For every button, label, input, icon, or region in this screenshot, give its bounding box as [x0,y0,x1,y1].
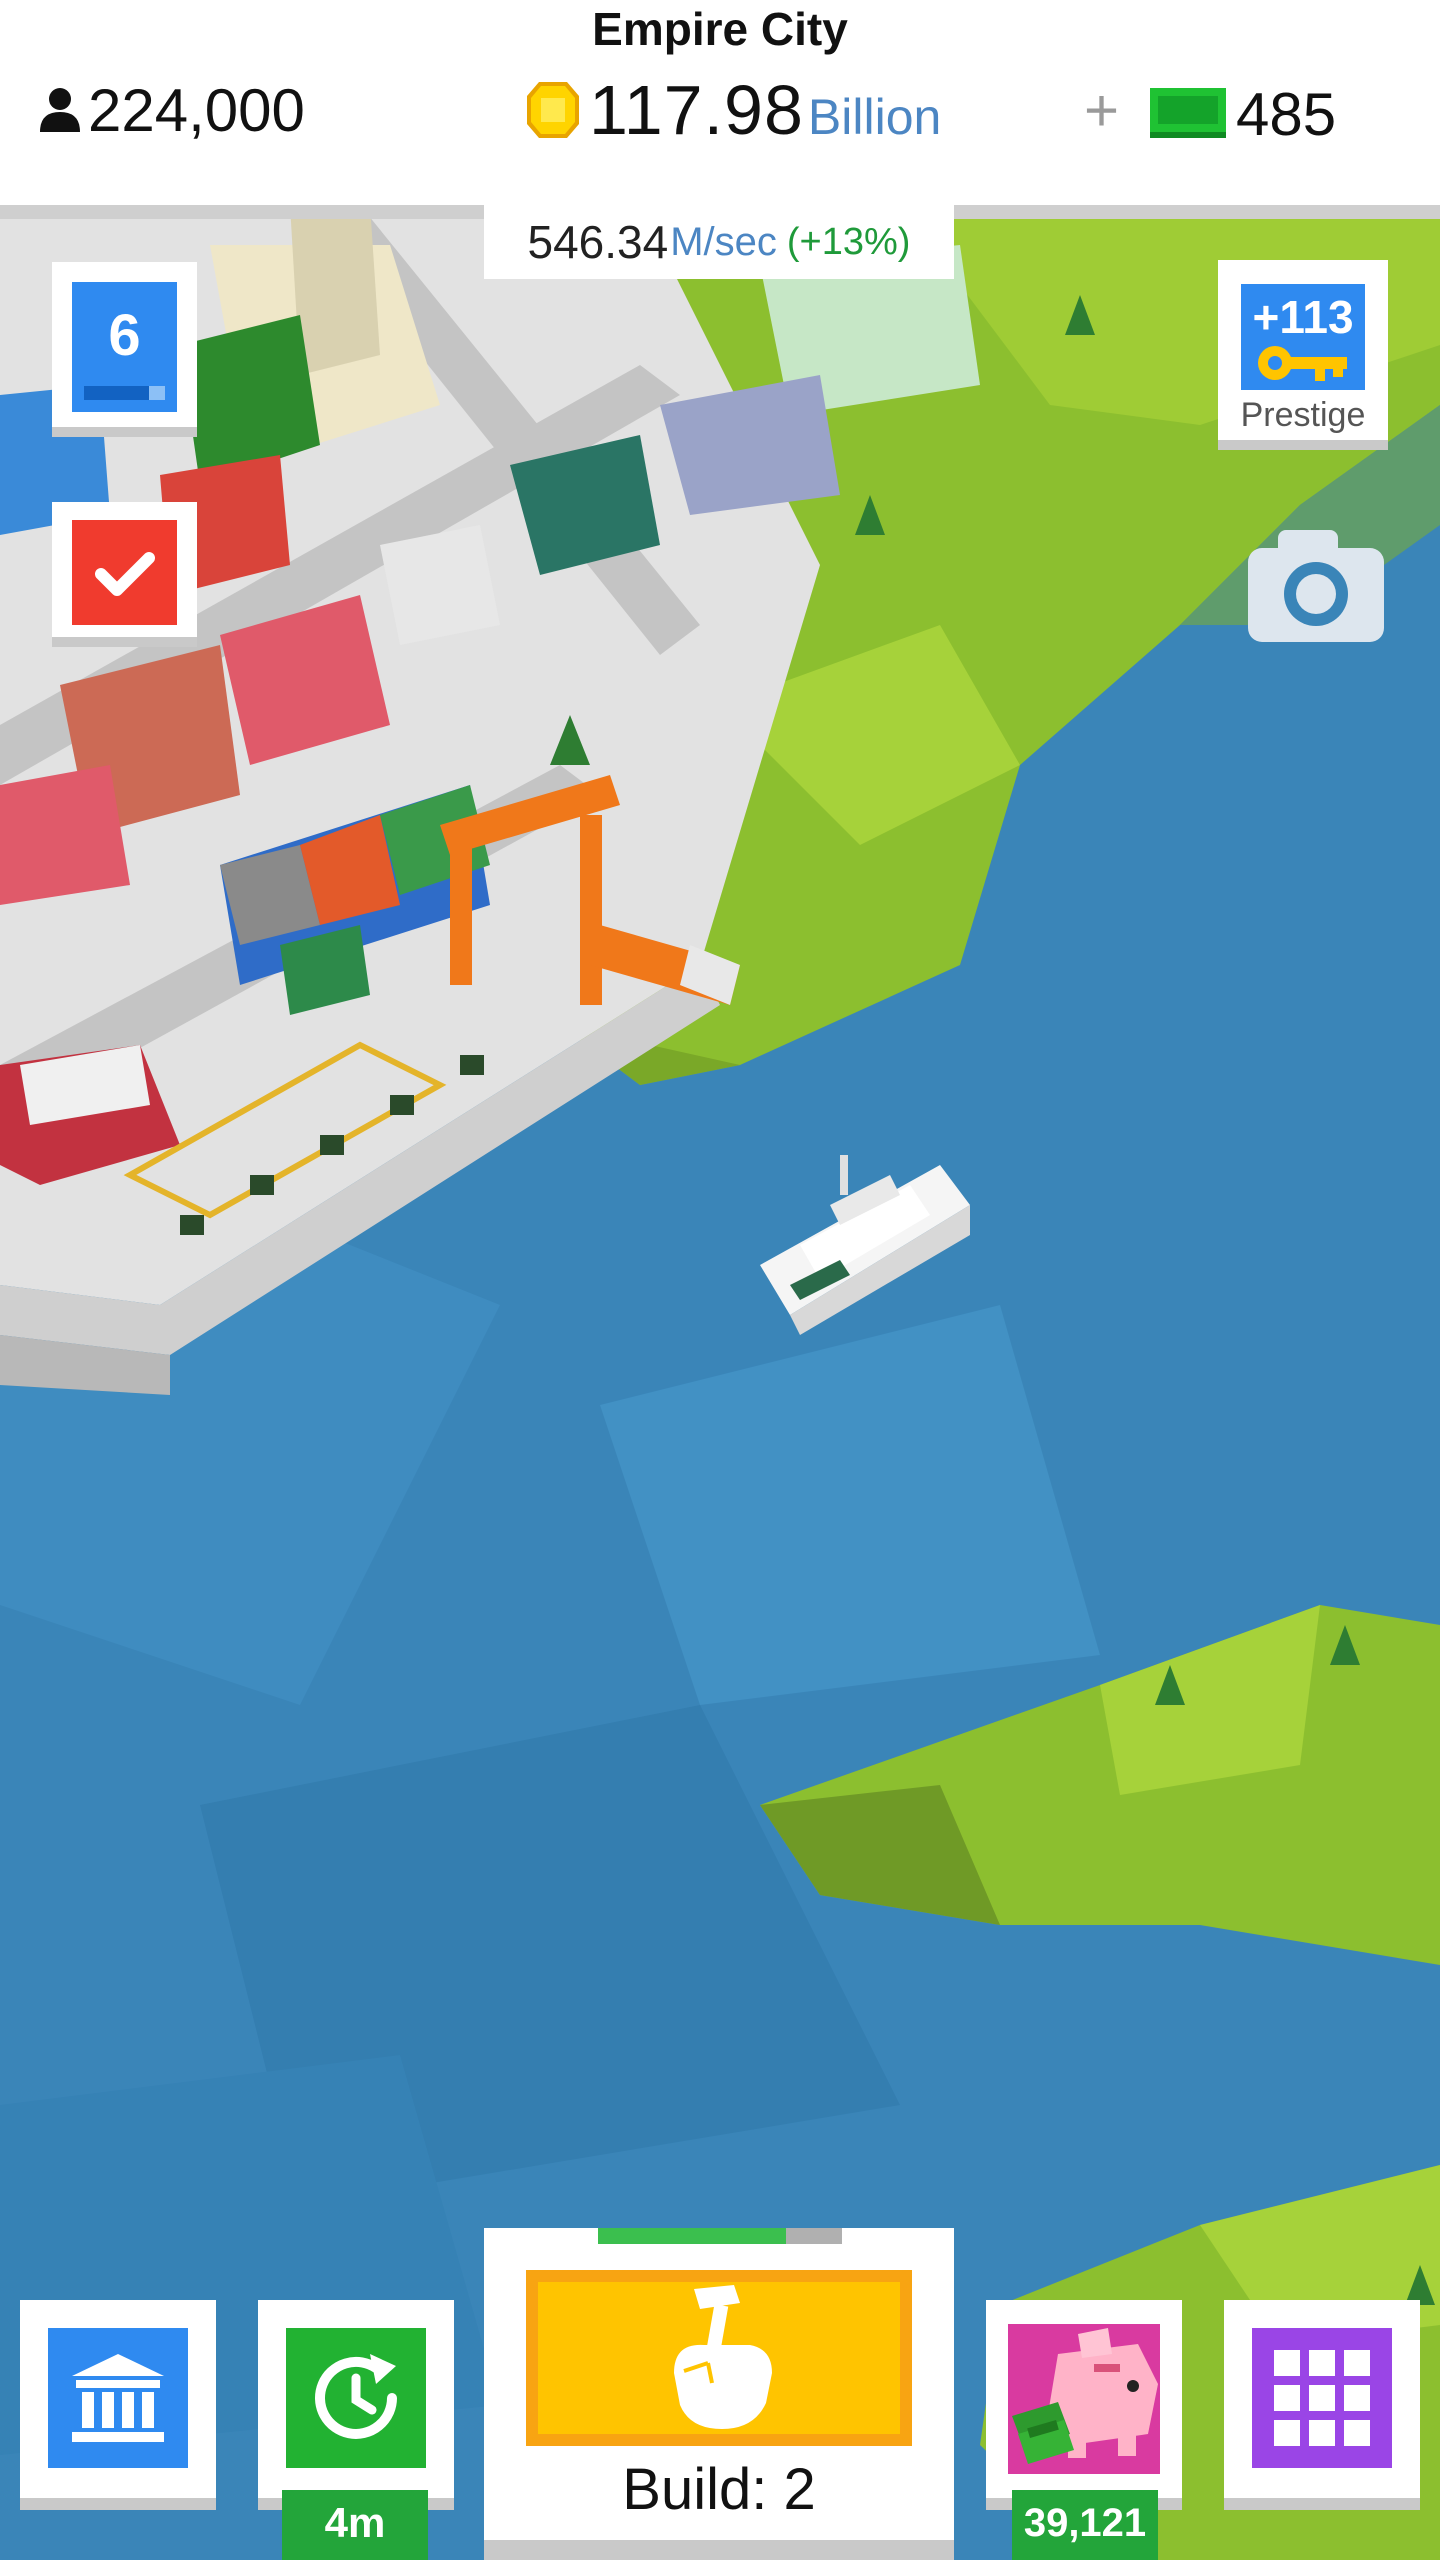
population-value: 224,000 [88,76,305,144]
build-button-shadow [484,2540,954,2560]
cash-value: 485 [1236,80,1337,148]
coins-value: 117.98 [589,71,804,149]
prestige-keys: +113 [1252,291,1354,343]
income-rate-display: 546.34 M/sec (+13%) [484,205,954,279]
piggy-bank-icon [1012,2328,1158,2464]
piggy-bank-value: 39,121 [1012,2490,1158,2560]
build-label: Build: 2 [622,2457,816,2522]
city-map[interactable] [0,205,1440,2560]
level-progress-bar [84,386,165,400]
prestige-button[interactable]: +113 Prestige [1218,260,1388,450]
coins-display: 117.98 Billion [525,70,941,150]
hammer-hand-icon [674,2285,772,2429]
camera-icon [1248,530,1384,642]
city-name: Empire City [592,3,848,55]
build-progress-fill [598,2228,786,2244]
tasks-badge [72,520,177,625]
level-progress-fill [84,386,149,400]
level-number: 6 [108,303,141,368]
cash-display[interactable]: 485 [1148,74,1336,154]
prestige-label: Prestige [1240,396,1366,434]
buy-cash-plus[interactable]: + [1084,76,1119,145]
bank-button[interactable] [20,2300,216,2510]
menu-grid-button[interactable] [1224,2300,1420,2510]
build-progress-bar [598,2228,842,2244]
income-value: 546.34 [527,216,669,268]
top-status-bar: Empire City 224,000 117.98 Billion + 485 [0,0,1440,205]
build-button[interactable]: Build: 2 [484,2228,954,2560]
tasks-button[interactable] [52,502,197,647]
bank-icon [72,2354,164,2442]
prestige-badge: +113 [1241,284,1365,390]
key-icon [1258,346,1347,381]
boost-button[interactable] [258,2300,454,2510]
clock-refresh-icon [315,2354,397,2439]
build-badge [526,2270,912,2446]
person-icon [40,88,80,132]
boost-badge [286,2328,426,2468]
level-button[interactable]: 6 [52,262,197,437]
coin-icon [527,82,579,138]
camera-button[interactable] [1248,526,1384,642]
population-display: 224,000 [38,70,305,150]
bank-badge [48,2328,188,2468]
map-scene [0,205,1440,2560]
grid-icon [1274,2350,1370,2446]
checkmark-icon [94,551,155,596]
boost-timer: 4m [282,2490,428,2560]
coins-unit: Billion [807,89,942,145]
income-bonus: (+13%) [786,220,911,263]
income-unit: M/sec [670,219,777,264]
menu-badge [1252,2328,1392,2468]
piggy-badge [1008,2324,1160,2474]
cash-icon [1150,88,1226,138]
piggy-bank-button[interactable] [986,2300,1182,2510]
level-badge: 6 [72,282,177,412]
